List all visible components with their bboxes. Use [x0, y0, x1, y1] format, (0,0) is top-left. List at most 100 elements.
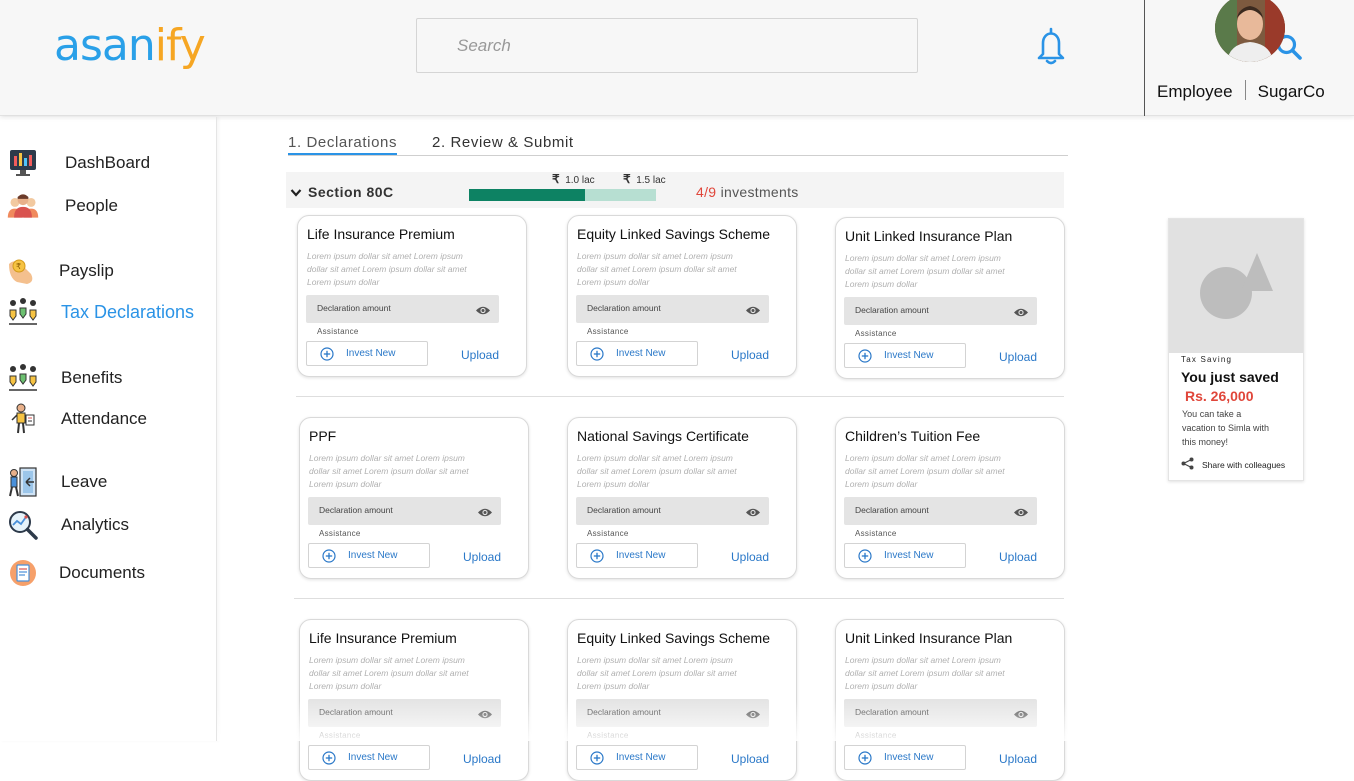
eye-icon[interactable]	[745, 707, 761, 725]
invest-new-button[interactable]: Invest New	[576, 745, 698, 770]
investment-card[interactable]: Equity Linked Savings Scheme Lorem ipsum …	[567, 619, 797, 781]
share-with-colleagues-link[interactable]: Share with colleagues	[1181, 457, 1285, 472]
declaration-amount-field[interactable]: Declaration amount	[576, 699, 769, 727]
declaration-amount-field[interactable]: Declaration amount	[844, 699, 1037, 727]
analytics-icon	[6, 509, 40, 541]
card-description: Lorem ipsum dollar sit amet Lorem ipsum …	[309, 655, 469, 691]
upload-link[interactable]: Upload	[999, 350, 1037, 364]
leave-icon	[6, 466, 40, 498]
invest-new-button[interactable]: Invest New	[308, 543, 430, 568]
investment-card[interactable]: Unit Linked Insurance Plan Lorem ipsum do…	[835, 619, 1065, 781]
notification-bell-icon[interactable]	[1033, 26, 1069, 71]
eye-icon[interactable]	[477, 707, 493, 725]
investment-card[interactable]: Life Insurance Premium Lorem ipsum dollar…	[299, 619, 529, 781]
eye-icon[interactable]	[477, 505, 493, 523]
upload-link[interactable]: Upload	[731, 752, 769, 766]
assistance-label: Assistance	[587, 327, 629, 336]
user-roles: Employee SugarCo	[1157, 80, 1325, 102]
section-80c-header[interactable]: Section 80C ₹ 1.0 lac ₹ 1.5 lac 4/9 inve…	[286, 172, 1064, 208]
plus-circle-icon	[320, 347, 334, 366]
card-description: Lorem ipsum dollar sit amet Lorem ipsum …	[845, 453, 1005, 489]
tab-declarations[interactable]: 1. Declarations	[288, 134, 398, 155]
declaration-amount-field[interactable]: Declaration amount	[576, 497, 769, 525]
share-label: Share with colleagues	[1202, 459, 1286, 470]
invest-new-button[interactable]: Invest New	[308, 745, 430, 770]
investment-card[interactable]: Life Insurance Premium Lorem ipsum dollar…	[297, 215, 527, 377]
declaration-amount-field[interactable]: Declaration amount	[576, 295, 769, 323]
upload-link[interactable]: Upload	[461, 348, 499, 362]
invest-new-button[interactable]: Invest New	[844, 543, 966, 568]
declaration-amount-field[interactable]: Declaration amount	[306, 295, 499, 323]
invest-new-button[interactable]: Invest New	[844, 343, 966, 368]
eye-icon[interactable]	[475, 303, 491, 321]
asanify-logo[interactable]: asanify	[54, 20, 206, 71]
eye-icon[interactable]	[1013, 505, 1029, 523]
eye-icon[interactable]	[745, 505, 761, 523]
invest-new-button[interactable]: Invest New	[576, 341, 698, 366]
sidebar-item-label: Benefits	[61, 368, 123, 387]
card-description: Lorem ipsum dollar sit amet Lorem ipsum …	[577, 453, 737, 489]
top-bar: asanify Employee SugarCo	[0, 0, 1354, 116]
card-description: Lorem ipsum dollar sit amet Lorem ipsum …	[577, 251, 737, 287]
investment-card[interactable]: Children’s Tuition Fee Lorem ipsum dollar…	[835, 417, 1065, 579]
declaration-amount-field[interactable]: Declaration amount	[308, 699, 501, 727]
sidebar-item-label: Analytics	[61, 515, 130, 534]
plus-circle-icon	[590, 751, 604, 770]
search-input[interactable]	[417, 19, 857, 72]
progress-marker-2: ₹ 1.5 lac	[623, 172, 666, 186]
sidebar-item-label: Attendance	[61, 409, 148, 428]
sidebar-item-label: Payslip	[59, 261, 114, 280]
invest-new-button[interactable]: Invest New	[306, 341, 428, 366]
promo-amount: Rs. 26,000	[1185, 388, 1254, 404]
upload-link[interactable]: Upload	[999, 550, 1037, 564]
chevron-down-icon[interactable]	[290, 185, 302, 203]
tax-saving-promo-card[interactable]: Tax Saving You just saved Rs. 26,000 You…	[1168, 218, 1304, 481]
tab-review-submit[interactable]: 2. Review & Submit	[432, 134, 574, 151]
declaration-amount-field[interactable]: Declaration amount	[308, 497, 501, 525]
upload-link[interactable]: Upload	[999, 752, 1037, 766]
upload-link[interactable]: Upload	[463, 752, 501, 766]
investment-count-value: 4/9	[696, 184, 717, 200]
sidebar-item-label: People	[65, 196, 118, 215]
card-description: Lorem ipsum dollar sit amet Lorem ipsum …	[577, 655, 737, 691]
card-title: Unit Linked Insurance Plan	[845, 228, 1013, 244]
plus-circle-icon	[590, 347, 604, 366]
investment-card[interactable]: PPF Lorem ipsum dollar sit amet Lorem ips…	[299, 417, 529, 579]
upload-link[interactable]: Upload	[731, 550, 769, 564]
declaration-amount-label: Declaration amount	[317, 303, 391, 313]
plus-circle-icon	[858, 349, 872, 368]
investment-card[interactable]: Equity Linked Savings Scheme Lorem ipsum …	[567, 215, 797, 377]
assistance-label: Assistance	[319, 529, 361, 538]
assistance-label: Assistance	[317, 327, 359, 336]
progress-marker-1: ₹ 1.0 lac	[552, 172, 595, 186]
eye-icon[interactable]	[1013, 707, 1029, 725]
user-avatar[interactable]	[1215, 0, 1285, 62]
rupee-icon: ₹	[623, 172, 631, 186]
marker-2-label: 1.5 lac	[636, 175, 666, 186]
promo-body: You can take a vacation to Simla with th…	[1182, 409, 1270, 447]
card-title: Equity Linked Savings Scheme	[577, 226, 770, 242]
eye-icon[interactable]	[1013, 305, 1029, 323]
logo-text-accent: ify	[154, 20, 206, 71]
declaration-amount-label: Declaration amount	[319, 707, 393, 717]
invest-new-label: Invest New	[616, 348, 666, 359]
invest-new-button[interactable]: Invest New	[844, 745, 966, 770]
company-label[interactable]: SugarCo	[1258, 82, 1325, 101]
marker-1-label: 1.0 lac	[565, 175, 595, 186]
declaration-amount-field[interactable]: Declaration amount	[844, 497, 1037, 525]
attendance-icon	[6, 403, 40, 435]
upload-link[interactable]: Upload	[463, 550, 501, 564]
eye-icon[interactable]	[745, 303, 761, 321]
role-label[interactable]: Employee	[1157, 82, 1233, 101]
plus-circle-icon	[322, 751, 336, 770]
invest-new-button[interactable]: Invest New	[576, 543, 698, 568]
promo-kicker: Tax Saving	[1181, 355, 1233, 364]
investment-card[interactable]: National Savings Certificate Lorem ipsum …	[567, 417, 797, 579]
profile-panel: Employee SugarCo	[1144, 0, 1354, 116]
promo-headline: You just saved	[1181, 369, 1279, 385]
investment-card[interactable]: Unit Linked Insurance Plan Lorem ipsum do…	[835, 217, 1065, 379]
upload-link[interactable]: Upload	[731, 348, 769, 362]
declaration-amount-field[interactable]: Declaration amount	[844, 297, 1037, 325]
declaration-amount-label: Declaration amount	[587, 505, 661, 515]
section-title: Section 80C	[308, 184, 394, 200]
